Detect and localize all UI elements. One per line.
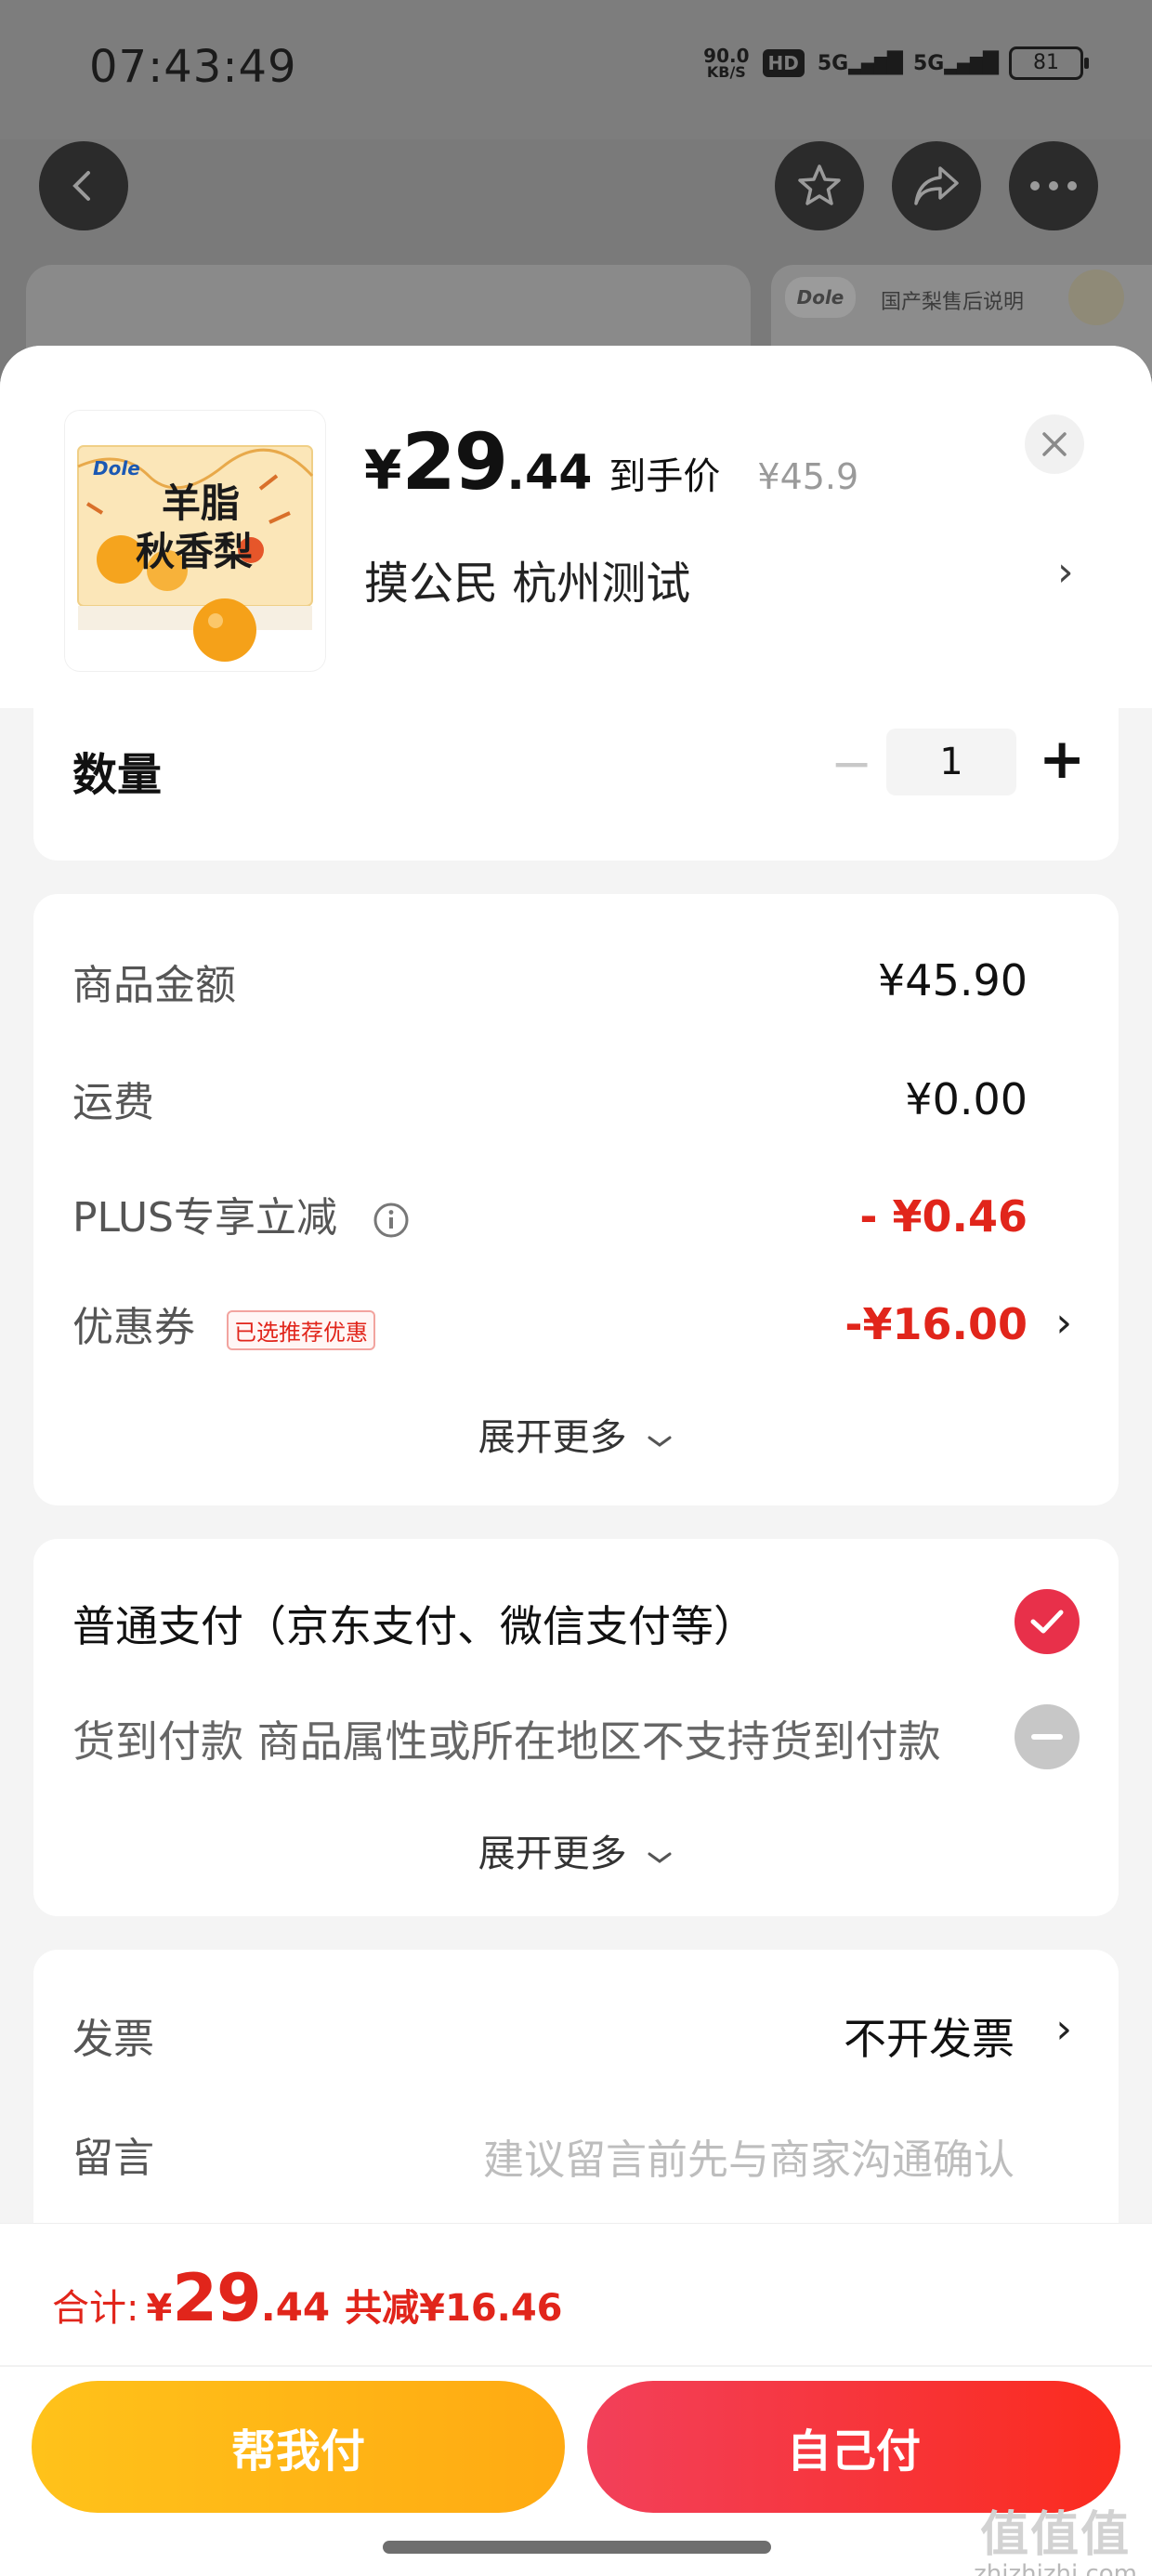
watermark-site: zhizhizhi.com bbox=[974, 2560, 1137, 2576]
message-input[interactable]: 建议留言前先与商家沟通确认 bbox=[483, 2126, 1015, 2186]
quantity-decrease-button[interactable]: − bbox=[831, 734, 872, 793]
status-time: 07:43:49 bbox=[89, 41, 297, 93]
shipping-value: ¥0.00 bbox=[905, 1074, 1028, 1124]
more-button[interactable] bbox=[1009, 141, 1098, 230]
amount-breakdown-card: 商品金额 ¥45.90 运费 ¥0.00 PLUS专享立减 - ¥0.46 优惠… bbox=[33, 894, 1119, 1505]
price-integer: 29 bbox=[401, 416, 508, 507]
info-icon[interactable] bbox=[373, 1202, 410, 1239]
close-icon bbox=[1042, 432, 1067, 456]
expand-more-amounts[interactable]: 展开更多 bbox=[33, 1407, 1119, 1461]
net-speed-unit: KB/S bbox=[706, 63, 746, 81]
message-label: 留言 bbox=[72, 2135, 154, 2182]
normal-payment-option[interactable]: 普通支付（京东支付、微信支付等） bbox=[72, 1593, 756, 1654]
price-currency: ¥ bbox=[364, 439, 402, 502]
total-decimal: .44 bbox=[260, 2284, 331, 2330]
home-indicator[interactable] bbox=[383, 2541, 771, 2554]
coupon-value[interactable]: -¥16.00 bbox=[844, 1299, 1028, 1349]
sun-decoration bbox=[1068, 269, 1124, 325]
battery-icon: 81 bbox=[1009, 46, 1089, 80]
help-pay-button[interactable]: 帮我付 bbox=[32, 2381, 565, 2513]
expand-more-amounts-label: 展开更多 bbox=[478, 1416, 627, 1459]
product-image-brand: Dole bbox=[93, 457, 140, 480]
plus-discount-label: PLUS专享立减 bbox=[72, 1184, 410, 1243]
share-icon bbox=[914, 166, 959, 205]
signal-2-label: 5G bbox=[912, 51, 945, 75]
total-label: 合计: bbox=[52, 2287, 139, 2330]
after-sales-note: 国产梨售后说明 bbox=[881, 291, 1025, 314]
self-pay-button[interactable]: 自己付 bbox=[587, 2381, 1120, 2513]
product-image: Dole 羊脂 秋香梨 bbox=[65, 411, 325, 671]
status-icons: 90.0 KB/S HD 5G▂▄▆█ 5G▂▄▆█ 81 bbox=[703, 46, 1089, 80]
plus-discount-text: PLUS专享立减 bbox=[72, 1194, 337, 1242]
status-bar: 07:43:49 90.0 KB/S HD 5G▂▄▆█ 5G▂▄▆█ 81 bbox=[0, 0, 1152, 139]
net-speed-value: 90.0 bbox=[703, 45, 750, 67]
net-speed: 90.0 KB/S bbox=[703, 46, 749, 80]
signal-icon: 5G▂▄▆█ bbox=[817, 51, 903, 75]
shipping-label: 运费 bbox=[72, 1079, 154, 1126]
watermark-logo: 值值值 bbox=[980, 2507, 1132, 2563]
coupon-recommended-badge: 已选推荐优惠 bbox=[227, 1309, 375, 1350]
total-currency: ¥ bbox=[146, 2287, 173, 2330]
chevron-down-icon bbox=[648, 1436, 672, 1447]
total-integer: 29 bbox=[172, 2260, 261, 2336]
expand-more-payments-label: 展开更多 bbox=[478, 1833, 627, 1875]
disabled-minus-icon bbox=[1015, 1704, 1080, 1769]
plus-discount-value: - ¥0.46 bbox=[859, 1191, 1028, 1242]
more-dots-icon bbox=[1030, 181, 1077, 191]
signal-icon-2: 5G▂▄▆█ bbox=[912, 51, 999, 75]
invoice-label: 发票 bbox=[72, 2016, 154, 2063]
coupon-label[interactable]: 优惠券 已选推荐优惠 bbox=[72, 1294, 375, 1353]
star-icon bbox=[798, 164, 841, 205]
coupon-chevron-icon[interactable]: › bbox=[1055, 1299, 1072, 1347]
total-saving: 共减¥16.46 bbox=[345, 2287, 563, 2330]
product-image-title-2: 秋香梨 bbox=[136, 529, 254, 574]
cash-on-delivery-option: 货到付款 商品属性或所在地区不支持货到付款 bbox=[72, 1716, 941, 1767]
quantity-label: 数量 bbox=[72, 749, 163, 801]
selected-check-icon[interactable] bbox=[1015, 1589, 1080, 1654]
signal-1-label: 5G bbox=[817, 51, 849, 75]
share-button[interactable] bbox=[892, 141, 981, 230]
invoice-value[interactable]: 不开发票 bbox=[844, 2005, 1015, 2067]
dole-logo: Dole bbox=[785, 277, 856, 318]
favorite-button[interactable] bbox=[775, 141, 864, 230]
payment-method-card: 普通支付（京东支付、微信支付等） 货到付款 商品属性或所在地区不支持货到付款 展… bbox=[33, 1539, 1119, 1916]
hd-icon: HD bbox=[762, 49, 805, 77]
coupon-text: 优惠券 bbox=[72, 1304, 195, 1351]
quantity-input[interactable]: 1 bbox=[886, 729, 1016, 795]
original-price: ¥45.9 bbox=[757, 456, 859, 497]
quantity-increase-button[interactable]: + bbox=[1039, 727, 1085, 792]
footer-divider bbox=[0, 2365, 1152, 2367]
price-decimal: .44 bbox=[506, 445, 593, 501]
price-row: ¥ 29 .44 到手价 ¥45.9 bbox=[364, 416, 858, 507]
quantity-card: 数量 − 1 + bbox=[33, 708, 1119, 861]
chevron-down-icon bbox=[648, 1852, 672, 1863]
back-arrow-icon bbox=[72, 171, 90, 201]
total-row: 合计: ¥ 29 .44 共减¥16.46 bbox=[52, 2260, 563, 2336]
variant-selector[interactable]: 摸公民 杭州测试 bbox=[364, 546, 690, 611]
back-button[interactable] bbox=[39, 141, 128, 230]
chevron-right-icon[interactable]: › bbox=[1057, 548, 1074, 596]
close-button[interactable] bbox=[1025, 414, 1084, 474]
watermark: 值值值 zhizhizhi.com bbox=[974, 2509, 1137, 2576]
invoice-chevron-icon[interactable]: › bbox=[1055, 2005, 1072, 2053]
goods-amount-label: 商品金额 bbox=[72, 962, 236, 1009]
final-price-label: 到手价 bbox=[609, 455, 721, 498]
goods-amount-value: ¥45.90 bbox=[878, 955, 1028, 1005]
expand-more-payments[interactable]: 展开更多 bbox=[33, 1823, 1119, 1877]
